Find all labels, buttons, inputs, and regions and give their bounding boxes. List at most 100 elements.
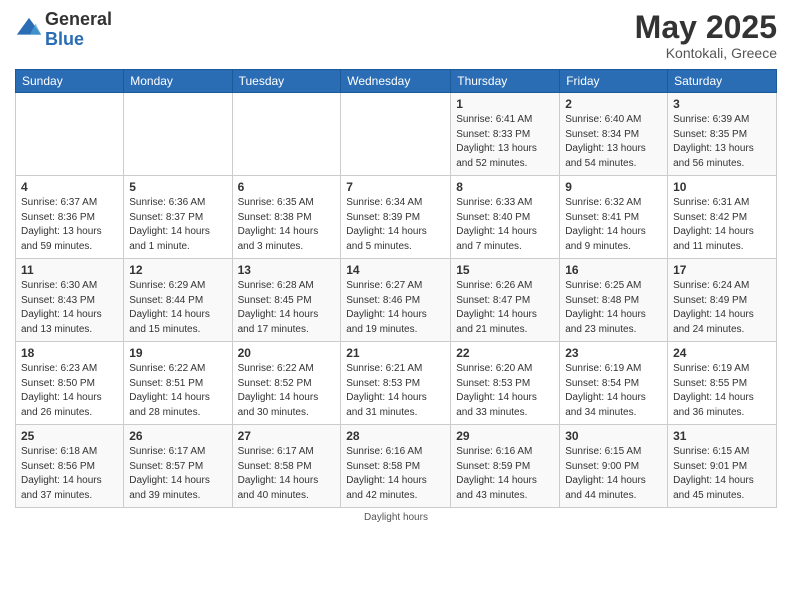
calendar-cell: 29 Sunrise: 6:16 AM Sunset: 8:59 PM Dayli… bbox=[451, 425, 560, 508]
day-number: 10 bbox=[673, 180, 771, 194]
day-info: Sunrise: 6:22 AM Sunset: 8:51 PM Dayligh… bbox=[129, 362, 226, 420]
day-number: 18 bbox=[21, 346, 118, 360]
day-number: 30 bbox=[565, 429, 662, 443]
calendar-cell: 15Sunrise: 6:26 AM Sunset: 8:47 PM Dayli… bbox=[451, 259, 560, 342]
day-number: 16 bbox=[565, 263, 662, 277]
weekday-header-monday: Monday bbox=[124, 70, 232, 93]
calendar-cell: 22 Sunrise: 6:20 AM Sunset: 8:53 PM Dayli… bbox=[451, 342, 560, 425]
month-title: May 2025 bbox=[635, 10, 777, 45]
day-number: 21 bbox=[346, 346, 445, 360]
calendar-cell bbox=[16, 93, 124, 176]
day-info: Sunrise: 6:28 AM Sunset: 8:45 PM Dayligh… bbox=[238, 279, 336, 337]
calendar-cell: 14Sunrise: 6:27 AM Sunset: 8:46 PM Dayli… bbox=[341, 259, 451, 342]
day-number: 29 bbox=[456, 429, 554, 443]
day-info: Sunrise: 6:39 AM Sunset: 8:35 PM Dayligh… bbox=[673, 113, 771, 171]
day-info: Sunrise: 6:25 AM Sunset: 8:48 PM Dayligh… bbox=[565, 279, 662, 337]
calendar-cell: 26Sunrise: 6:17 AM Sunset: 8:57 PM Dayli… bbox=[124, 425, 232, 508]
calendar-cell: 3Sunrise: 6:39 AM Sunset: 8:35 PM Daylig… bbox=[668, 93, 777, 176]
day-info: Sunrise: 6:30 AM Sunset: 8:43 PM Dayligh… bbox=[21, 279, 118, 337]
day-number: 7 bbox=[346, 180, 445, 194]
day-info: Sunrise: 6:19 AM Sunset: 8:54 PM Dayligh… bbox=[565, 362, 662, 420]
day-info: Sunrise: 6:18 AM Sunset: 8:56 PM Dayligh… bbox=[21, 445, 118, 503]
calendar-cell bbox=[341, 93, 451, 176]
weekday-header-wednesday: Wednesday bbox=[341, 70, 451, 93]
day-info: Sunrise: 6:37 AM Sunset: 8:36 PM Dayligh… bbox=[21, 196, 118, 254]
calendar-cell: 18 Sunrise: 6:23 AM Sunset: 8:50 PM Dayli… bbox=[16, 342, 124, 425]
day-info: Sunrise: 6:15 AM Sunset: 9:00 PM Dayligh… bbox=[565, 445, 662, 503]
calendar-cell: 21 Sunrise: 6:21 AM Sunset: 8:53 PM Dayli… bbox=[341, 342, 451, 425]
day-info: Sunrise: 6:17 AM Sunset: 8:58 PM Dayligh… bbox=[238, 445, 336, 503]
day-number: 8 bbox=[456, 180, 554, 194]
weekday-header-saturday: Saturday bbox=[668, 70, 777, 93]
day-number: 27 bbox=[238, 429, 336, 443]
day-info: Sunrise: 6:29 AM Sunset: 8:44 PM Dayligh… bbox=[129, 279, 226, 337]
day-number: 31 bbox=[673, 429, 771, 443]
calendar-week-row: 25 Sunrise: 6:18 AM Sunset: 8:56 PM Dayli… bbox=[16, 425, 777, 508]
day-info: Sunrise: 6:27 AM Sunset: 8:46 PM Dayligh… bbox=[346, 279, 445, 337]
day-info: Sunrise: 6:41 AM Sunset: 8:33 PM Dayligh… bbox=[456, 113, 554, 171]
calendar-cell: 19 Sunrise: 6:22 AM Sunset: 8:51 PM Dayli… bbox=[124, 342, 232, 425]
calendar-cell: 10 Sunrise: 6:31 AM Sunset: 8:42 PM Dayli… bbox=[668, 176, 777, 259]
calendar-cell: 24Sunrise: 6:19 AM Sunset: 8:55 PM Dayli… bbox=[668, 342, 777, 425]
calendar-cell: 30 Sunrise: 6:15 AM Sunset: 9:00 PM Dayli… bbox=[560, 425, 668, 508]
logo-general: General bbox=[45, 10, 112, 30]
day-number: 1 bbox=[456, 97, 554, 111]
weekday-header-sunday: Sunday bbox=[16, 70, 124, 93]
calendar-week-row: 18 Sunrise: 6:23 AM Sunset: 8:50 PM Dayli… bbox=[16, 342, 777, 425]
calendar-cell: 5 Sunrise: 6:36 AM Sunset: 8:37 PM Daylig… bbox=[124, 176, 232, 259]
calendar-cell: 4 Sunrise: 6:37 AM Sunset: 8:36 PM Daylig… bbox=[16, 176, 124, 259]
footer-note: Daylight hours bbox=[15, 512, 777, 523]
day-info: Sunrise: 6:16 AM Sunset: 8:58 PM Dayligh… bbox=[346, 445, 445, 503]
day-info: Sunrise: 6:35 AM Sunset: 8:38 PM Dayligh… bbox=[238, 196, 336, 254]
day-number: 15 bbox=[456, 263, 554, 277]
calendar-cell: 12 Sunrise: 6:29 AM Sunset: 8:44 PM Dayli… bbox=[124, 259, 232, 342]
calendar-cell: 25 Sunrise: 6:18 AM Sunset: 8:56 PM Dayli… bbox=[16, 425, 124, 508]
day-number: 19 bbox=[129, 346, 226, 360]
title-block: May 2025 Kontokali, Greece bbox=[635, 10, 777, 61]
calendar-week-row: 1 Sunrise: 6:41 AM Sunset: 8:33 PM Daylig… bbox=[16, 93, 777, 176]
day-number: 12 bbox=[129, 263, 226, 277]
day-info: Sunrise: 6:17 AM Sunset: 8:57 PM Dayligh… bbox=[129, 445, 226, 503]
calendar-cell: 1 Sunrise: 6:41 AM Sunset: 8:33 PM Daylig… bbox=[451, 93, 560, 176]
calendar-cell: 7 Sunrise: 6:34 AM Sunset: 8:39 PM Daylig… bbox=[341, 176, 451, 259]
calendar-cell: 6 Sunrise: 6:35 AM Sunset: 8:38 PM Daylig… bbox=[232, 176, 341, 259]
day-number: 17 bbox=[673, 263, 771, 277]
day-info: Sunrise: 6:23 AM Sunset: 8:50 PM Dayligh… bbox=[21, 362, 118, 420]
calendar-week-row: 4 Sunrise: 6:37 AM Sunset: 8:36 PM Daylig… bbox=[16, 176, 777, 259]
day-info: Sunrise: 6:36 AM Sunset: 8:37 PM Dayligh… bbox=[129, 196, 226, 254]
day-number: 20 bbox=[238, 346, 336, 360]
day-number: 11 bbox=[21, 263, 118, 277]
calendar-cell bbox=[124, 93, 232, 176]
day-number: 25 bbox=[21, 429, 118, 443]
day-number: 22 bbox=[456, 346, 554, 360]
day-number: 6 bbox=[238, 180, 336, 194]
calendar-cell: 20 Sunrise: 6:22 AM Sunset: 8:52 PM Dayli… bbox=[232, 342, 341, 425]
day-info: Sunrise: 6:22 AM Sunset: 8:52 PM Dayligh… bbox=[238, 362, 336, 420]
day-info: Sunrise: 6:24 AM Sunset: 8:49 PM Dayligh… bbox=[673, 279, 771, 337]
day-number: 28 bbox=[346, 429, 445, 443]
day-info: Sunrise: 6:21 AM Sunset: 8:53 PM Dayligh… bbox=[346, 362, 445, 420]
page: General Blue May 2025 Kontokali, Greece … bbox=[0, 0, 792, 612]
day-info: Sunrise: 6:31 AM Sunset: 8:42 PM Dayligh… bbox=[673, 196, 771, 254]
calendar-cell: 31 Sunrise: 6:15 AM Sunset: 9:01 PM Dayli… bbox=[668, 425, 777, 508]
day-info: Sunrise: 6:34 AM Sunset: 8:39 PM Dayligh… bbox=[346, 196, 445, 254]
logo-blue: Blue bbox=[45, 30, 112, 50]
calendar-cell: 9Sunrise: 6:32 AM Sunset: 8:41 PM Daylig… bbox=[560, 176, 668, 259]
day-info: Sunrise: 6:16 AM Sunset: 8:59 PM Dayligh… bbox=[456, 445, 554, 503]
calendar-table: SundayMondayTuesdayWednesdayThursdayFrid… bbox=[15, 69, 777, 508]
calendar-cell: 13Sunrise: 6:28 AM Sunset: 8:45 PM Dayli… bbox=[232, 259, 341, 342]
day-info: Sunrise: 6:15 AM Sunset: 9:01 PM Dayligh… bbox=[673, 445, 771, 503]
weekday-header-thursday: Thursday bbox=[451, 70, 560, 93]
logo: General Blue bbox=[15, 10, 112, 50]
weekday-header-tuesday: Tuesday bbox=[232, 70, 341, 93]
day-number: 2 bbox=[565, 97, 662, 111]
day-number: 5 bbox=[129, 180, 226, 194]
day-info: Sunrise: 6:20 AM Sunset: 8:53 PM Dayligh… bbox=[456, 362, 554, 420]
calendar-cell: 2Sunrise: 6:40 AM Sunset: 8:34 PM Daylig… bbox=[560, 93, 668, 176]
day-number: 9 bbox=[565, 180, 662, 194]
calendar-cell: 16 Sunrise: 6:25 AM Sunset: 8:48 PM Dayli… bbox=[560, 259, 668, 342]
day-number: 4 bbox=[21, 180, 118, 194]
calendar-cell: 27 Sunrise: 6:17 AM Sunset: 8:58 PM Dayli… bbox=[232, 425, 341, 508]
logo-icon bbox=[15, 16, 43, 44]
logo-text: General Blue bbox=[45, 10, 112, 50]
